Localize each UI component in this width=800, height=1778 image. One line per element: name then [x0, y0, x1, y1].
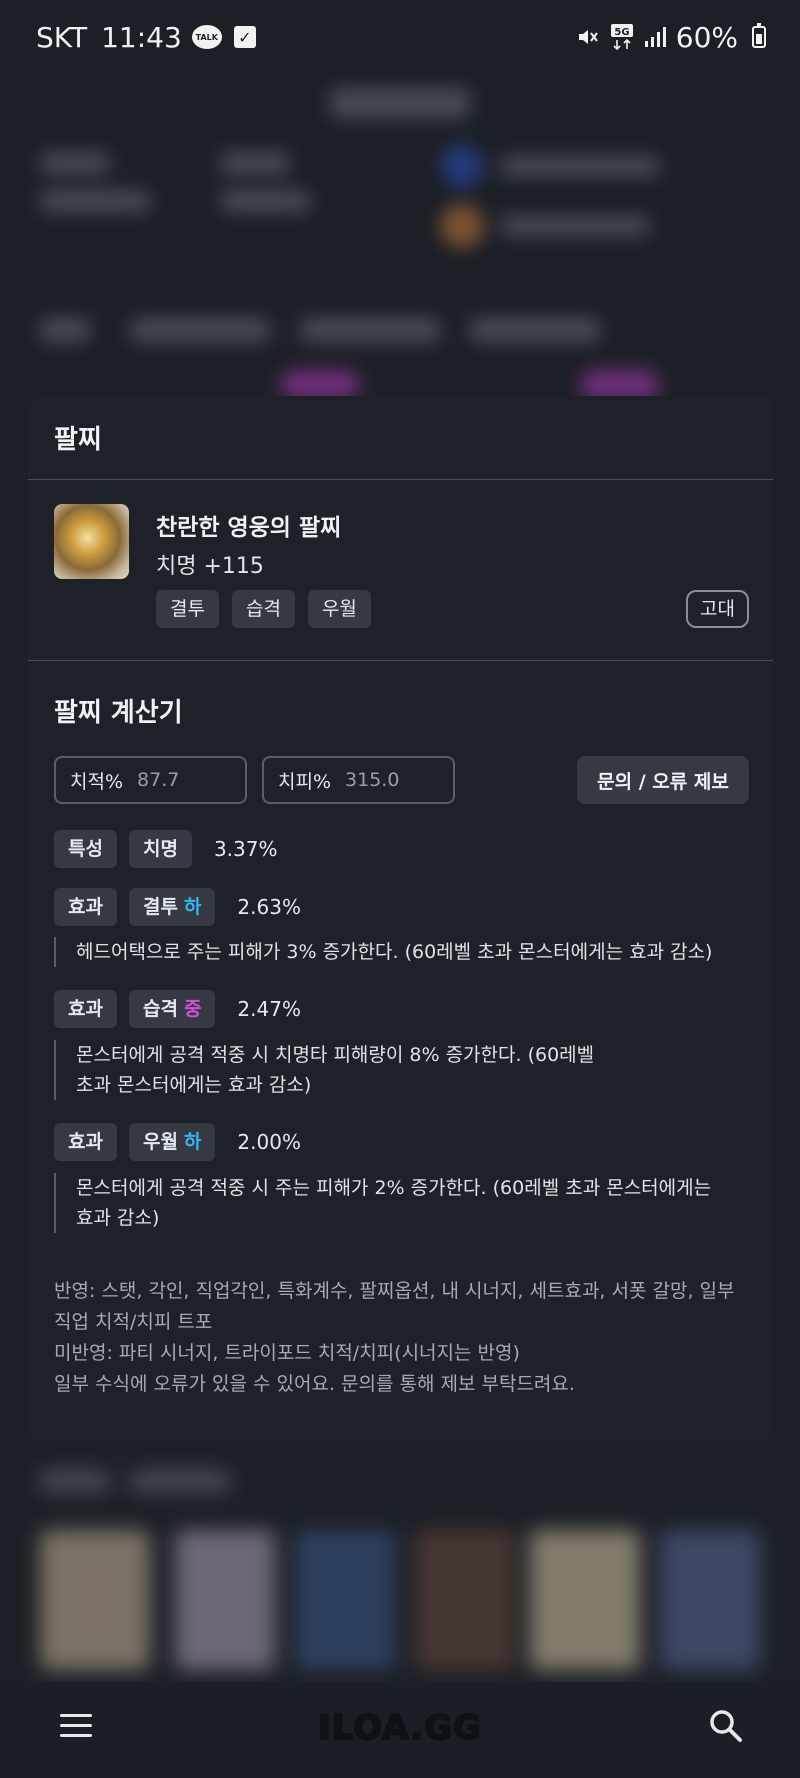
note-not-applied: 미반영: 파티 시너지, 트라이포드 치적/치피(시너지는 반영): [54, 1342, 520, 1364]
search-icon[interactable]: [708, 1708, 744, 1748]
note-disclaimer: 일부 수식에 오류가 있을 수 있어요. 문의를 통해 제보 부탁드려요.: [54, 1373, 575, 1395]
effect-percent: 2.63%: [237, 895, 301, 919]
effect-name: 습격: [142, 998, 178, 1020]
item-section: 찬란한 영웅의 팔찌 치명 +115 결투 습격 우월 고대: [28, 480, 773, 661]
effect-grade: 중: [183, 998, 202, 1020]
network-5g-icon: 5G: [610, 23, 634, 51]
bracelet-modal: 팔찌 찬란한 영웅의 팔찌 치명 +115 결투 습격 우월 고대 팔찌 계산기…: [28, 396, 773, 1440]
site-logo[interactable]: ILOA.GG: [0, 1707, 800, 1749]
item-tag: 습격: [231, 590, 295, 628]
effect-grade: 하: [183, 1131, 202, 1153]
grade-badge: 고대: [686, 590, 749, 628]
effect-name-chip: 결투 하: [128, 888, 216, 926]
trait-percent: 3.37%: [213, 837, 278, 861]
item-name: 찬란한 영웅의 팔찌: [156, 515, 342, 541]
effect-row: 효과 결투 하 2.63%: [54, 888, 301, 926]
effect-description: 몬스터에게 공격 적중 시 치명타 피해량이 8% 증가한다. (60레벨 초과…: [54, 1040, 734, 1100]
calculator-notes: 반영: 스탯, 각인, 직업각인, 특화계수, 팔찌옵션, 내 시너지, 세트효…: [54, 1276, 754, 1400]
trait-row: 특성 치명 3.37%: [54, 830, 277, 868]
signal-icon: [644, 26, 666, 48]
carrier-label: SKT: [36, 20, 88, 54]
clock: 11:43: [101, 20, 182, 54]
battery-icon: [752, 23, 766, 48]
trait-name-chip: 치명: [128, 830, 192, 868]
effect-row: 효과 습격 중 2.47%: [54, 990, 301, 1028]
trait-type-chip: 특성: [54, 830, 117, 868]
network-label: 5G: [614, 27, 629, 38]
item-stat: 치명 +115: [156, 554, 264, 579]
effect-type-chip: 효과: [54, 888, 117, 926]
effect-name-chip: 습격 중: [128, 990, 216, 1028]
effect-type-chip: 효과: [54, 990, 117, 1028]
effect-grade: 하: [183, 896, 202, 918]
effect-type-chip: 효과: [54, 1123, 117, 1161]
note-applied: 반영: 스탯, 각인, 직업각인, 특화계수, 팔찌옵션, 내 시너지, 세트효…: [54, 1280, 735, 1333]
status-bar: SKT 11:43 TALK ✓ 5G 60%: [0, 0, 800, 74]
effect-description: 헤드어택으로 주는 피해가 3% 증가한다. (60레벨 초과 몬스터에게는 효…: [54, 937, 734, 967]
battery-percent: 60%: [675, 20, 738, 54]
effect-row: 효과 우월 하 2.00%: [54, 1123, 301, 1161]
effect-name: 우월: [142, 1131, 178, 1153]
item-tag: 결투: [156, 590, 219, 628]
effect-description: 몬스터에게 공격 적중 시 주는 피해가 2% 증가한다. (60레벨 초과 몬…: [54, 1173, 734, 1233]
crit-rate-input[interactable]: 치적% 87.7: [54, 756, 247, 804]
item-tag: 우월: [307, 590, 371, 628]
crit-rate-label: 치적%: [70, 770, 124, 793]
crit-rate-value: 87.7: [137, 769, 180, 791]
effect-name: 결투: [142, 896, 178, 918]
modal-header: 팔찌: [28, 396, 773, 480]
blurred-background-bottom: [0, 1440, 800, 1680]
crit-damage-value: 315.0: [345, 769, 400, 791]
checkbox-notification-icon: ✓: [233, 26, 256, 48]
blurred-background-top: [0, 74, 800, 400]
bottom-navigation: ILOA.GG: [0, 1682, 800, 1778]
effect-name-chip: 우월 하: [128, 1123, 216, 1161]
item-tags: 결투 습격 우월: [156, 590, 371, 628]
talk-notification-icon: TALK: [191, 25, 222, 49]
calculator-title: 팔찌 계산기: [54, 698, 183, 728]
report-error-button[interactable]: 문의 / 오류 제보: [577, 756, 749, 804]
modal-title: 팔찌: [54, 425, 102, 455]
crit-damage-label: 치피%: [278, 770, 332, 793]
effect-percent: 2.47%: [237, 997, 301, 1021]
bracelet-item-image: [54, 504, 129, 579]
crit-damage-input[interactable]: 치피% 315.0: [262, 756, 455, 804]
effect-percent: 2.00%: [237, 1130, 301, 1154]
mute-icon: [576, 25, 600, 49]
